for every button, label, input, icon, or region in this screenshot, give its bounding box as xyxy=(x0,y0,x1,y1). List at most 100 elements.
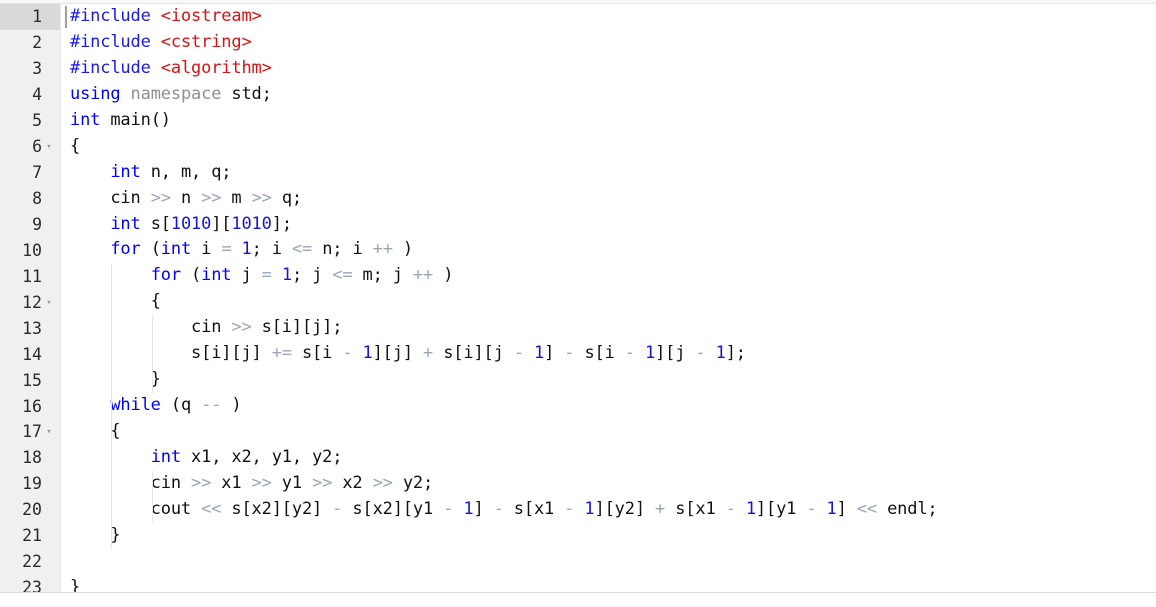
gutter-line-13[interactable]: 13▾ xyxy=(0,315,60,341)
token-kw: int xyxy=(70,109,101,130)
gutter-line-10[interactable]: 10▾ xyxy=(0,237,60,263)
code-line[interactable]: } xyxy=(70,575,1156,592)
token-pl: (q xyxy=(160,395,202,416)
gutter-line-12[interactable]: 12 ▾ xyxy=(0,289,60,315)
gutter-line-9[interactable]: 9▾ xyxy=(0,212,60,238)
gutter-line-21[interactable]: 21▾ xyxy=(0,523,60,549)
code-line[interactable]: { xyxy=(70,419,1156,445)
gutter-line-4[interactable]: 4▾ xyxy=(0,82,60,108)
editor-code-area[interactable]: 1▾2▾3▾4▾5▾6▾7▾8▾9▾10▾11▾12▾13▾14▾15▾16▾1… xyxy=(0,4,1156,592)
code-line[interactable]: } xyxy=(70,367,1156,393)
fold-toggle-icon[interactable]: ▾ xyxy=(42,428,56,437)
gutter-line-18[interactable]: 18▾ xyxy=(0,445,60,471)
code-line[interactable]: using namespace std; xyxy=(70,82,1156,108)
token-op: ++ xyxy=(412,265,434,286)
code-line[interactable]: #include <iostream> xyxy=(70,4,1156,30)
token-kw: int xyxy=(110,161,141,182)
gutter-line-17[interactable]: 17 ▾ xyxy=(0,419,60,445)
code-line[interactable]: #include <algorithm> xyxy=(70,56,1156,82)
token-op: - xyxy=(564,498,575,519)
token-pl: cout xyxy=(70,498,202,519)
token-pl: s[i xyxy=(574,343,625,364)
line-number-gutter[interactable]: 1▾2▾3▾4▾5▾6▾7▾8▾9▾10▾11▾12▾13▾14▾15▾16▾1… xyxy=(0,4,60,592)
gutter-line-23[interactable]: 23▾ xyxy=(0,575,60,592)
token-pl: cin xyxy=(70,317,232,338)
token-num: 1010 xyxy=(231,213,272,234)
horizontal-scrollbar[interactable] xyxy=(0,592,1156,607)
token-op: >> xyxy=(312,472,333,493)
token-op: ++ xyxy=(372,239,393,260)
code-line[interactable]: cin >> s[i][j]; xyxy=(70,315,1156,341)
token-op: >> xyxy=(231,317,252,338)
token-pl: { xyxy=(70,291,161,312)
code-line[interactable]: int x1, x2, y1, y2; xyxy=(70,445,1156,471)
token-op: - xyxy=(695,343,706,364)
token-pl: j xyxy=(231,265,262,286)
code-line[interactable]: s[i][j] += s[i - 1][j] + s[i][j - 1] - s… xyxy=(70,341,1156,367)
token-pl: n xyxy=(170,187,202,208)
token-pl: cin xyxy=(70,187,151,208)
code-line[interactable]: int n, m, q; xyxy=(70,160,1156,186)
token-op: >> xyxy=(251,187,272,208)
token-pl: endl; xyxy=(876,498,938,519)
gutter-line-3[interactable]: 3▾ xyxy=(0,56,60,82)
gutter-line-19[interactable]: 19▾ xyxy=(0,471,60,497)
code-line[interactable]: while (q -- ) xyxy=(70,393,1156,419)
token-op: - xyxy=(725,498,736,519)
code-line[interactable]: for (int i = 1; i <= n; i ++ ) xyxy=(70,237,1156,263)
gutter-line-11[interactable]: 11▾ xyxy=(0,263,60,289)
code-lines[interactable]: #include <iostream> #include <cstring> #in… xyxy=(60,4,1156,592)
token-op: >> xyxy=(191,472,212,493)
token-pl: i xyxy=(191,239,222,260)
code-line[interactable]: } xyxy=(70,523,1156,549)
code-editor[interactable]: 1▾2▾3▾4▾5▾6▾7▾8▾9▾10▾11▾12▾13▾14▾15▾16▾1… xyxy=(0,0,1156,607)
gutter-line-14[interactable]: 14▾ xyxy=(0,341,60,367)
gutter-line-20[interactable]: 20▾ xyxy=(0,497,60,523)
gutter-line-8[interactable]: 8▾ xyxy=(0,186,60,212)
token-pl: m; j xyxy=(352,265,413,286)
gutter-line-5[interactable]: 5▾ xyxy=(0,108,60,134)
gutter-line-2[interactable]: 2▾ xyxy=(0,30,60,56)
gutter-line-6[interactable]: 6 ▾ xyxy=(0,134,60,160)
line-number: 4 xyxy=(32,85,42,105)
code-line[interactable]: { xyxy=(70,289,1156,315)
token-pl: ][y1 xyxy=(755,498,807,519)
token-num: 1 xyxy=(241,239,252,260)
gutter-line-15[interactable]: 15▾ xyxy=(0,367,60,393)
token-pl: ) xyxy=(433,265,454,286)
gutter-line-22[interactable]: 22▾ xyxy=(0,549,60,575)
code-line[interactable]: for (int j = 1; j <= m; j ++ ) xyxy=(70,263,1156,289)
token-pl: { xyxy=(70,135,81,156)
code-line[interactable]: cout << s[x2][y2] - s[x2][y1 - 1] - s[x1… xyxy=(70,497,1156,523)
fold-toggle-icon[interactable]: ▾ xyxy=(42,143,56,152)
gutter-line-16[interactable]: 16▾ xyxy=(0,393,60,419)
code-line[interactable]: cin >> x1 >> y1 >> x2 >> y2; xyxy=(70,471,1156,497)
token-kw: int xyxy=(150,446,181,467)
token-pre: #include xyxy=(70,57,161,78)
gutter-line-1[interactable]: 1▾ xyxy=(0,4,60,30)
line-number: 5 xyxy=(32,111,42,131)
token-pl: { xyxy=(70,421,121,441)
token-op: - xyxy=(332,498,343,519)
code-line[interactable]: #include <cstring> xyxy=(70,30,1156,56)
gutter-line-7[interactable]: 7▾ xyxy=(0,160,60,186)
token-pl: q; xyxy=(271,187,302,208)
code-line[interactable]: int main() xyxy=(70,108,1156,134)
line-number: 23 xyxy=(22,578,42,592)
code-line[interactable]: int s[1010][1010]; xyxy=(70,212,1156,238)
token-pl: ( xyxy=(140,239,161,260)
token-op: << xyxy=(856,498,877,519)
code-line[interactable]: cin >> n >> m >> q; xyxy=(70,186,1156,212)
token-pl: ][y2] xyxy=(594,498,656,519)
token-op: + xyxy=(655,498,666,519)
code-line[interactable] xyxy=(70,549,1156,575)
code-line[interactable]: { xyxy=(70,134,1156,160)
fold-toggle-icon[interactable]: ▾ xyxy=(42,298,56,308)
